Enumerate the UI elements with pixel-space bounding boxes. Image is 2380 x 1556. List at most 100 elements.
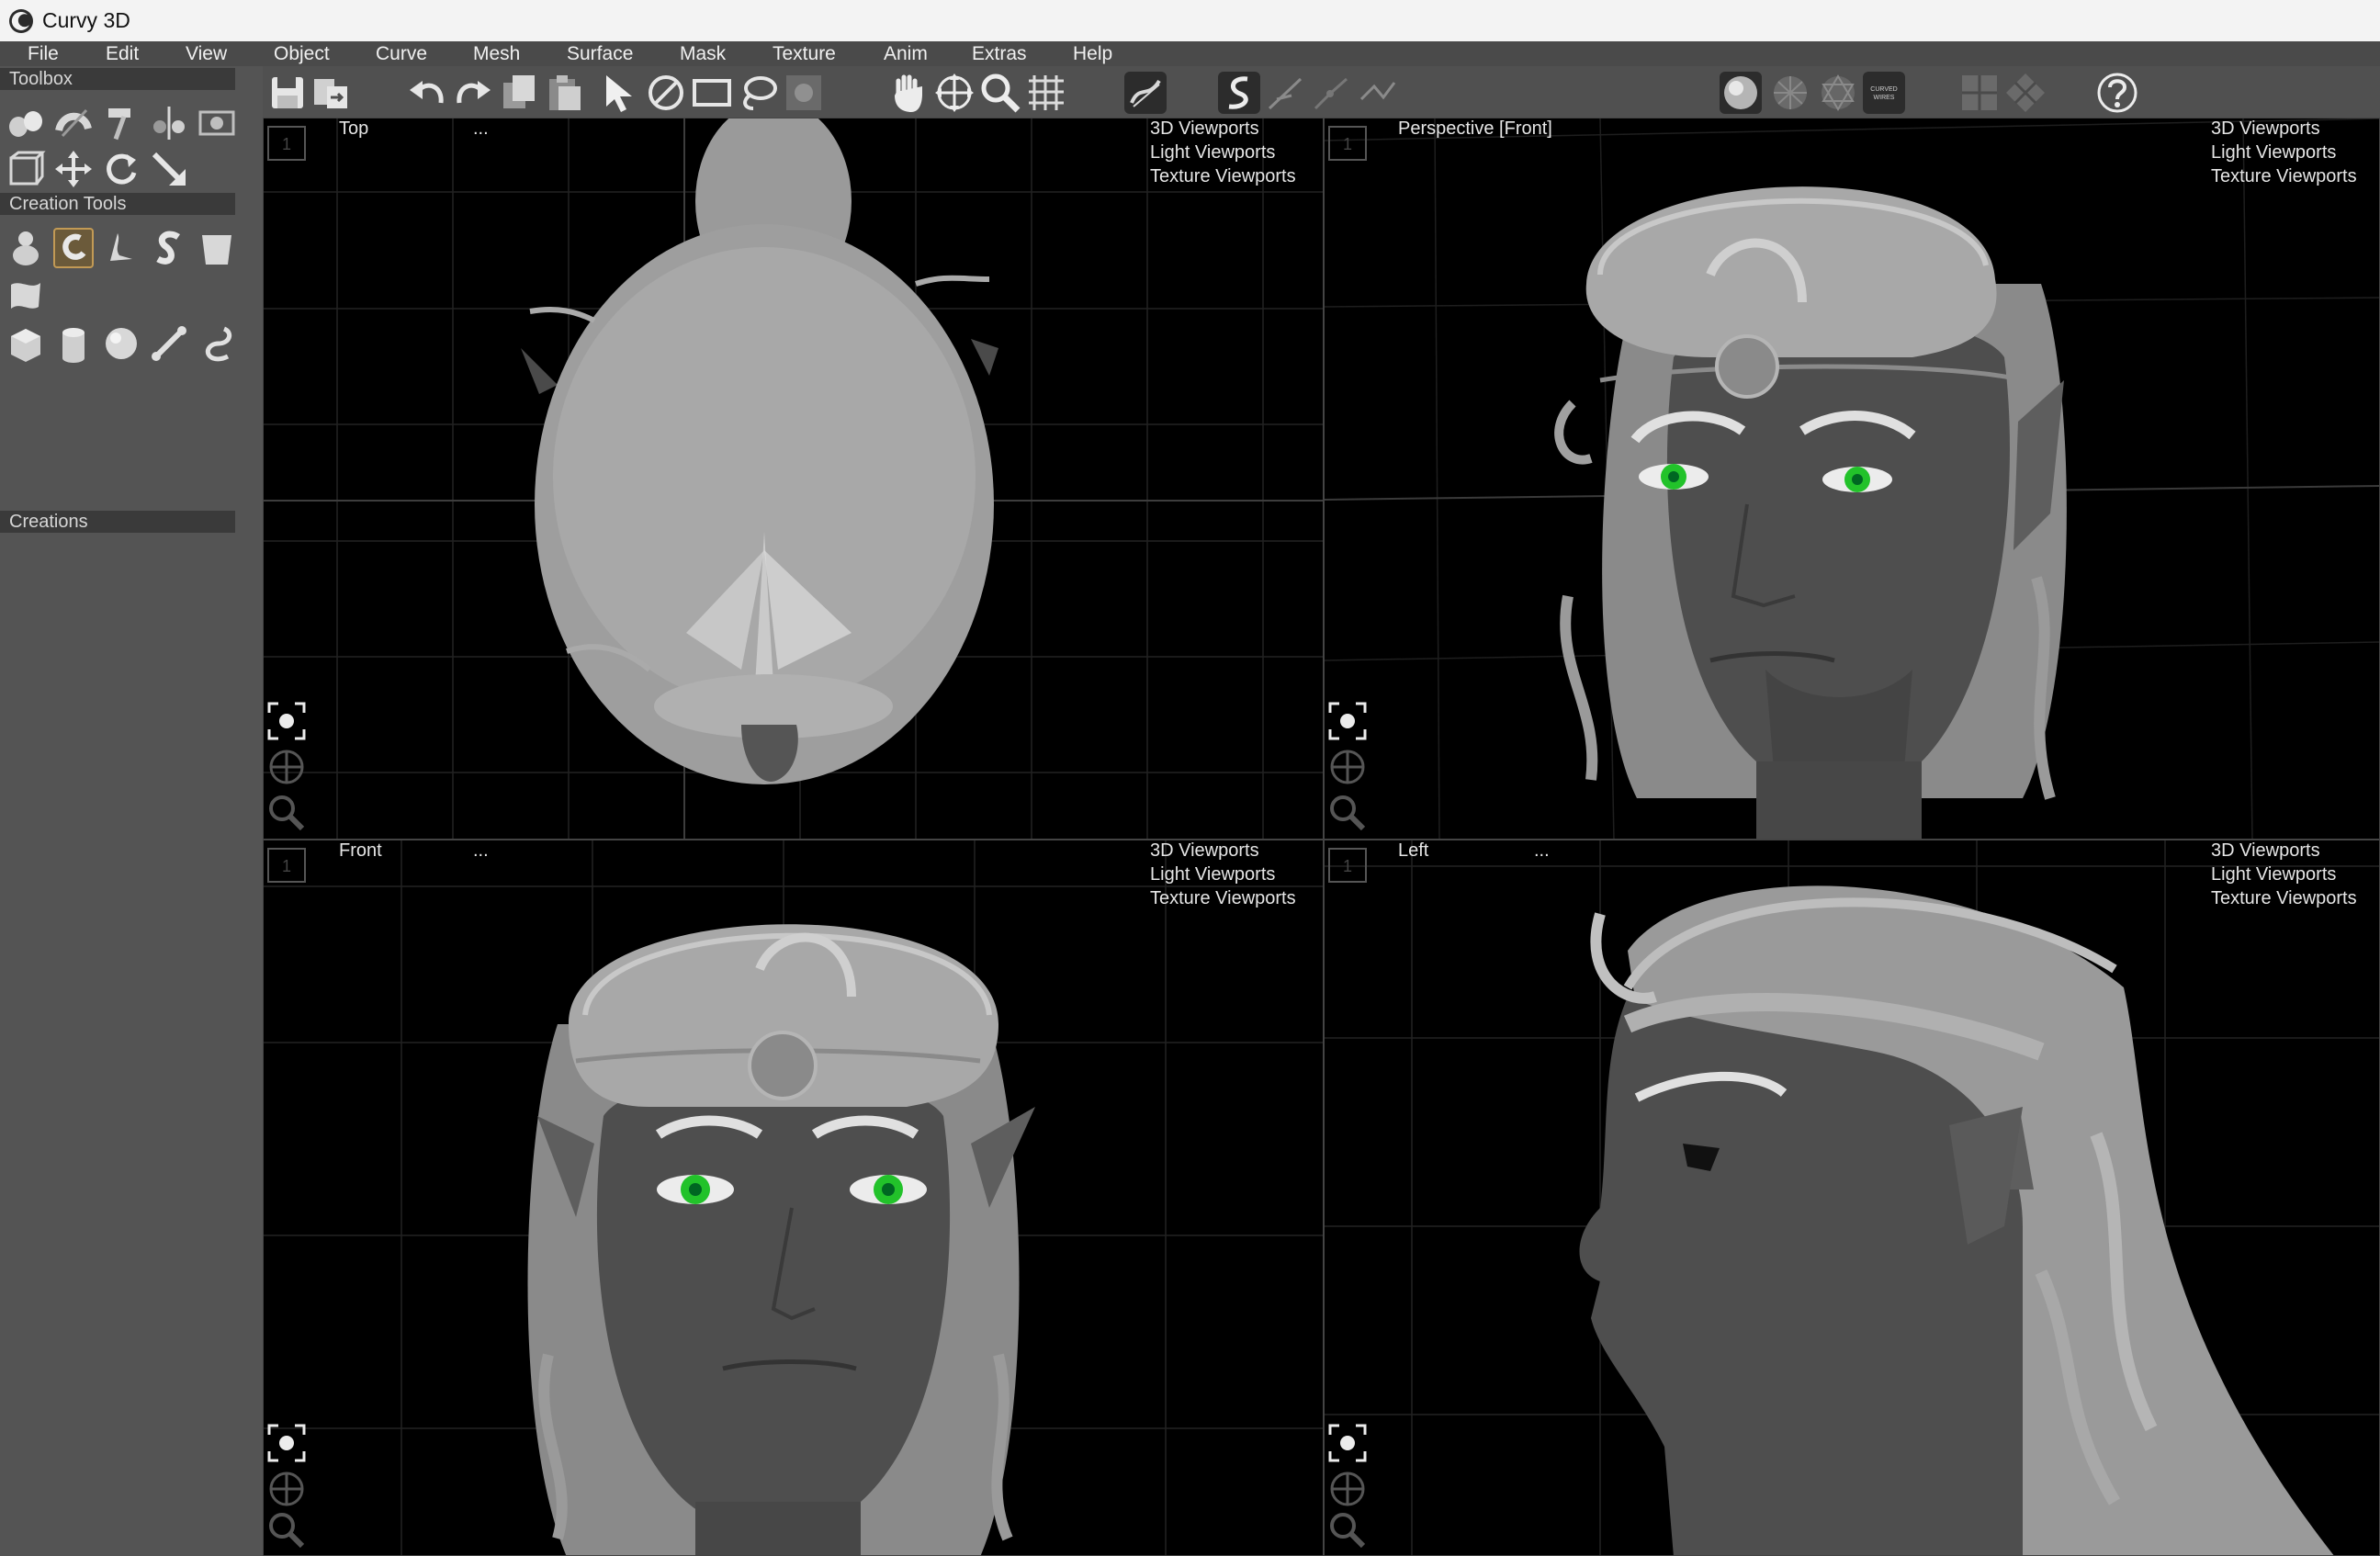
mesh-sphere-icon[interactable]: [1817, 72, 1859, 114]
viewport-number-left[interactable]: 1: [1328, 848, 1367, 883]
pan-hand-icon[interactable]: [887, 72, 930, 114]
zoom-view-icon[interactable]: [265, 792, 308, 834]
viewport-number-perspective[interactable]: 1: [1328, 126, 1367, 161]
orbit-icon[interactable]: [1326, 746, 1369, 788]
lasso-select-icon[interactable]: [737, 72, 779, 114]
mask-select-icon[interactable]: [783, 72, 825, 114]
viewport-number-top[interactable]: 1: [267, 126, 306, 161]
cylinder-primitive-icon[interactable]: [53, 323, 94, 364]
frame-object-icon[interactable]: [1326, 1422, 1369, 1464]
symmetry-tool-icon[interactable]: [149, 103, 189, 143]
viewport-menu-left: 3D Viewports Light Viewports Texture Vie…: [2211, 840, 2357, 910]
hammer-tool-icon[interactable]: [101, 103, 141, 143]
frame-object-icon[interactable]: [1326, 700, 1369, 742]
curvy3d-window: Curvy 3D File Edit View Object Curve Mes…: [0, 0, 2380, 1556]
bounding-box-tool-icon[interactable]: [6, 149, 46, 189]
menu-surface[interactable]: Surface: [567, 41, 633, 66]
export-icon[interactable]: [310, 72, 353, 114]
menu-light-viewports[interactable]: Light Viewports: [1150, 863, 1296, 886]
menu-texture-viewports[interactable]: Texture Viewports: [2211, 886, 2357, 910]
sphere-primitive-icon[interactable]: [101, 323, 141, 364]
zoom-view-icon[interactable]: [1326, 792, 1369, 834]
viewport-dots-top[interactable]: ...: [473, 118, 489, 140]
menu-bar: File Edit View Object Curve Mesh Surface…: [0, 41, 2380, 66]
viewport-dots-left[interactable]: ...: [1534, 840, 1550, 862]
menu-light-viewports[interactable]: Light Viewports: [1150, 141, 1296, 164]
cup-tool-icon[interactable]: [197, 228, 237, 268]
blob-tool-icon[interactable]: [6, 228, 46, 268]
curve-draw-button[interactable]: [1218, 72, 1260, 114]
sheet-tool-icon[interactable]: [6, 276, 46, 316]
menu-edit[interactable]: Edit: [106, 41, 139, 66]
objects-tool-icon[interactable]: [6, 103, 46, 143]
copy-icon[interactable]: [498, 72, 540, 114]
menu-3d-viewports[interactable]: 3D Viewports: [1150, 118, 1296, 141]
curve-link-icon[interactable]: [1356, 72, 1398, 114]
menu-object[interactable]: Object: [274, 41, 330, 66]
menu-texture[interactable]: Texture: [773, 41, 836, 66]
viewport-number-front[interactable]: 1: [267, 848, 306, 883]
orbit-icon[interactable]: [265, 1468, 308, 1510]
image-tool-icon[interactable]: [197, 103, 237, 143]
viewport-dots-front[interactable]: ...: [473, 840, 489, 862]
creations-header: Creations: [0, 511, 235, 533]
curved-wires-button[interactable]: CURVED WIRES: [1863, 72, 1905, 114]
frame-object-icon[interactable]: [265, 700, 308, 742]
menu-anim[interactable]: Anim: [884, 41, 928, 66]
menu-view[interactable]: View: [186, 41, 227, 66]
zoom-icon[interactable]: [979, 72, 1021, 114]
rotate-tool-icon[interactable]: [101, 149, 141, 189]
menu-extras[interactable]: Extras: [972, 41, 1027, 66]
layout-grid-icon[interactable]: [1958, 72, 2001, 114]
menu-texture-viewports[interactable]: Texture Viewports: [1150, 886, 1296, 910]
curve-points-icon[interactable]: [1264, 72, 1306, 114]
deselect-icon[interactable]: [645, 72, 687, 114]
model-front-view: [527, 924, 1035, 1555]
shaded-view-button[interactable]: [1720, 72, 1762, 114]
undo-icon[interactable]: [406, 72, 448, 114]
curl-tool-button[interactable]: [53, 228, 94, 268]
menu-3d-viewports[interactable]: 3D Viewports: [2211, 840, 2357, 863]
menu-texture-viewports[interactable]: Texture Viewports: [2211, 164, 2357, 188]
menu-help[interactable]: Help: [1073, 41, 1112, 66]
curve-edit-button[interactable]: [1124, 72, 1167, 114]
menu-mesh[interactable]: Mesh: [473, 41, 520, 66]
rectangle-select-icon[interactable]: [691, 72, 733, 114]
frame-object-icon[interactable]: [265, 1422, 308, 1464]
wireframe-sphere-icon[interactable]: [1769, 72, 1811, 114]
viewport-left[interactable]: 1 Left ... 3D Viewports Light Viewports …: [1324, 840, 2380, 1556]
cube-primitive-icon[interactable]: [6, 323, 46, 364]
grid-icon[interactable]: [1025, 72, 1067, 114]
redo-icon[interactable]: [452, 72, 494, 114]
select-arrow-icon[interactable]: [599, 72, 641, 114]
zoom-view-icon[interactable]: [1326, 1509, 1369, 1551]
menu-texture-viewports[interactable]: Texture Viewports: [1150, 164, 1296, 188]
navigate-icon[interactable]: [933, 72, 976, 114]
texture-layout-icon[interactable]: [2004, 72, 2047, 114]
orbit-icon[interactable]: [1326, 1468, 1369, 1510]
menu-curve[interactable]: Curve: [376, 41, 427, 66]
left-panel: Toolbox Creation Tools Creations: [0, 66, 263, 1556]
paste-icon[interactable]: [544, 72, 586, 114]
orbit-icon[interactable]: [265, 746, 308, 788]
menu-mask[interactable]: Mask: [680, 41, 726, 66]
scale-tool-icon[interactable]: [149, 149, 189, 189]
menu-light-viewports[interactable]: Light Viewports: [2211, 141, 2357, 164]
viewport-front[interactable]: 1 Front ... 3D Viewports Light Viewports…: [263, 840, 1324, 1556]
save-icon[interactable]: [266, 72, 309, 114]
bone-primitive-icon[interactable]: [149, 323, 189, 364]
menu-file[interactable]: File: [28, 41, 59, 66]
s-curve-tool-icon[interactable]: [149, 228, 189, 268]
bend-tool-icon[interactable]: [53, 103, 94, 143]
tube-primitive-icon[interactable]: [197, 323, 237, 364]
viewport-top[interactable]: 1 Top ... 3D Viewports Light Viewports T…: [263, 118, 1324, 840]
menu-3d-viewports[interactable]: 3D Viewports: [1150, 840, 1296, 863]
curve-tangent-icon[interactable]: [1310, 72, 1352, 114]
menu-light-viewports[interactable]: Light Viewports: [2211, 863, 2357, 886]
viewport-perspective[interactable]: 1 Perspective [Front] 3D Viewports Light…: [1324, 118, 2380, 840]
menu-3d-viewports[interactable]: 3D Viewports: [2211, 118, 2357, 141]
move-tool-icon[interactable]: [53, 149, 94, 189]
zoom-view-icon[interactable]: [265, 1509, 308, 1551]
help-icon[interactable]: [2096, 72, 2138, 114]
lathe-tool-icon[interactable]: [101, 228, 141, 268]
